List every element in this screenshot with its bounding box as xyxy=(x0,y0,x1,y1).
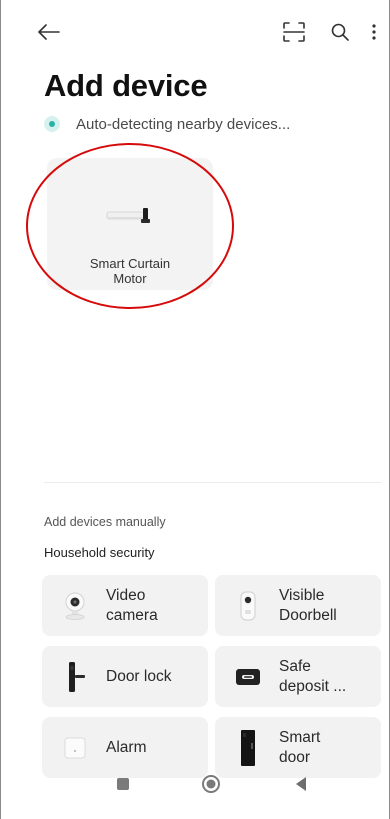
door-lock-icon xyxy=(58,658,92,696)
scan-icon[interactable] xyxy=(279,17,309,47)
recent-apps-icon[interactable] xyxy=(105,766,141,802)
device-tile-visible-doorbell[interactable]: Visible Doorbell xyxy=(215,575,381,636)
section-label: Add devices manually xyxy=(44,515,166,529)
app-screen: Add device Auto-detecting nearby devices… xyxy=(0,0,390,819)
search-icon[interactable] xyxy=(325,17,355,47)
scanning-indicator-icon xyxy=(44,116,60,132)
doorbell-icon xyxy=(231,587,265,625)
page-title: Add device xyxy=(44,68,208,103)
video-camera-icon xyxy=(58,587,92,625)
detect-status-text: Auto-detecting nearby devices... xyxy=(76,115,291,133)
safe-icon xyxy=(231,658,265,696)
device-label: Video camera xyxy=(106,586,158,624)
detected-device-card[interactable]: Smart Curtain Motor xyxy=(47,158,213,290)
curtain-motor-icon xyxy=(105,206,155,226)
system-nav-bar xyxy=(1,760,390,819)
device-label: Door lock xyxy=(106,667,172,685)
device-tile-safe-deposit[interactable]: Safe deposit ... xyxy=(215,646,381,707)
device-tile-door-lock[interactable]: Door lock xyxy=(42,646,208,707)
back-triangle-icon[interactable] xyxy=(283,766,319,802)
top-app-bar xyxy=(1,0,390,64)
category-label: Household security xyxy=(44,545,155,560)
detect-status: Auto-detecting nearby devices... xyxy=(44,112,290,136)
back-arrow-icon[interactable] xyxy=(33,16,65,48)
detected-device-name: Smart Curtain Motor xyxy=(89,256,171,286)
device-label: Safe deposit ... xyxy=(279,657,347,695)
home-icon[interactable] xyxy=(193,766,229,802)
divider xyxy=(44,482,381,483)
device-label: Visible Doorbell xyxy=(279,586,337,624)
device-tile-video-camera[interactable]: Video camera xyxy=(42,575,208,636)
more-vertical-icon[interactable] xyxy=(363,17,385,47)
